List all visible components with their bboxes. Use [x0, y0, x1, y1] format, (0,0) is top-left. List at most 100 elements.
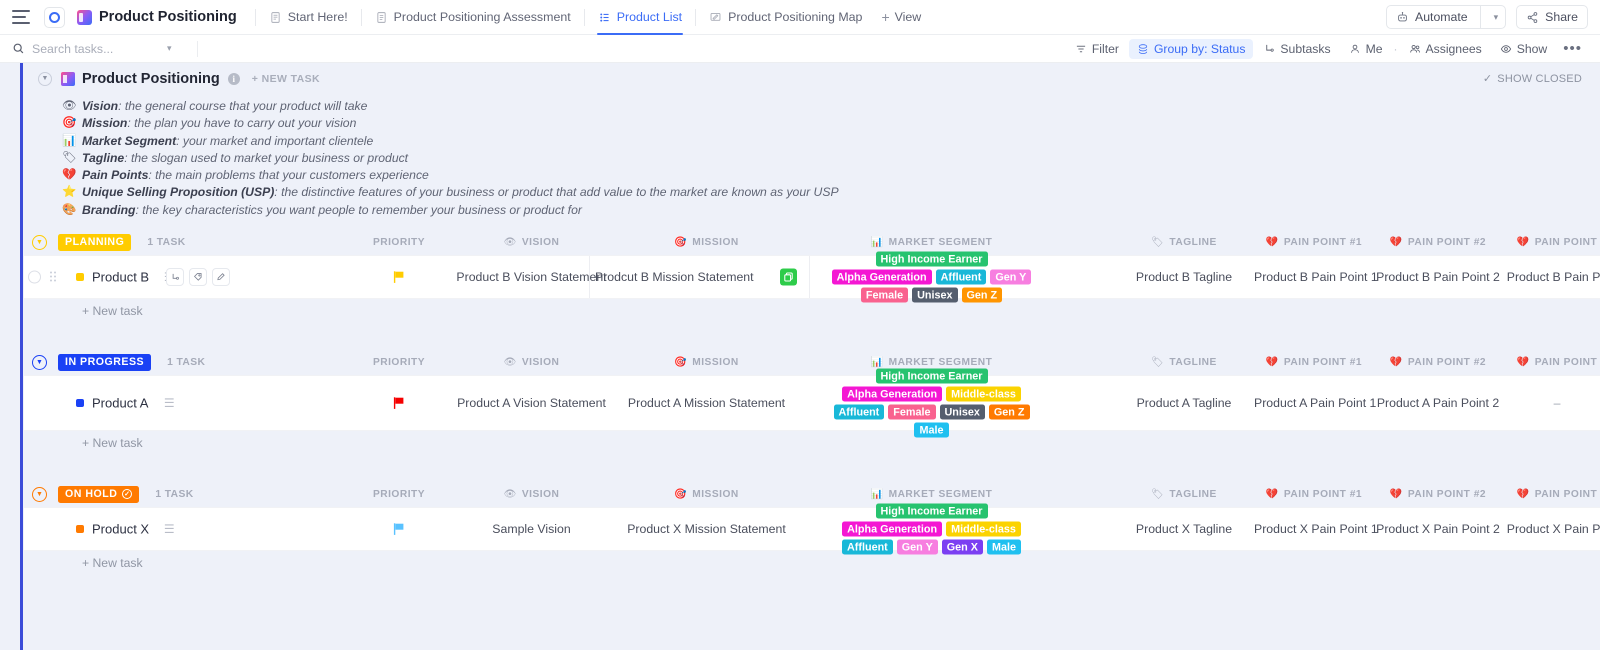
- cell-pain1[interactable]: Product A Pain Point 1: [1254, 396, 1374, 410]
- table-row[interactable]: Product A☰Product A Vision StatementProd…: [24, 375, 1600, 431]
- collapse-list-icon[interactable]: ▼: [38, 72, 52, 86]
- cell-mission[interactable]: Product X Mission Statement: [609, 522, 804, 536]
- table-row[interactable]: Product X☰Sample VisionProduct X Mission…: [24, 507, 1600, 551]
- column-header-market_segment[interactable]: 📊MARKET SEGMENT: [824, 357, 1039, 368]
- column-header-mission[interactable]: 🎯MISSION: [609, 489, 804, 500]
- market-segment-tag[interactable]: High Income Earner: [876, 504, 988, 519]
- tab-product-list[interactable]: Product List: [589, 0, 691, 35]
- collapse-group-icon[interactable]: ▼: [32, 487, 47, 502]
- column-header-vision[interactable]: 👁VISION: [454, 489, 609, 500]
- collapse-group-icon[interactable]: ▼: [32, 235, 47, 250]
- cell-tagline[interactable]: Product X Tagline: [1114, 522, 1254, 536]
- filter-button[interactable]: Filter: [1067, 39, 1127, 59]
- status-badge[interactable]: ON HOLD✓: [58, 486, 139, 503]
- table-row[interactable]: Product B☰Product B Vision StatementProd…: [24, 255, 1600, 299]
- market-segment-tag[interactable]: Middle-class: [946, 387, 1021, 402]
- edit-icon[interactable]: [212, 268, 230, 286]
- column-header-priority[interactable]: PRIORITY: [354, 357, 444, 368]
- cell-mission[interactable]: Prodcut B Mission Statement: [595, 270, 790, 284]
- market-segment-tag[interactable]: Alpha Generation: [842, 522, 942, 537]
- task-priority-lines-icon[interactable]: ☰: [164, 522, 175, 536]
- cell-pain2[interactable]: Product A Pain Point 2: [1374, 396, 1502, 410]
- chevron-down-icon[interactable]: ▾: [1487, 12, 1506, 23]
- market-segment-tag[interactable]: Affluent: [834, 405, 885, 420]
- market-segment-tag[interactable]: High Income Earner: [876, 369, 988, 384]
- cell-pain1[interactable]: Product X Pain Point 1: [1254, 522, 1374, 536]
- task-name[interactable]: Product B: [92, 270, 149, 285]
- task-status-dot[interactable]: [76, 399, 84, 407]
- tag-icon[interactable]: [189, 268, 207, 286]
- cell-pain1[interactable]: Product B Pain Point 1: [1254, 270, 1374, 284]
- column-header-pain3[interactable]: 💔PAIN POINT: [1502, 237, 1600, 248]
- column-header-pain3[interactable]: 💔PAIN POINT: [1502, 357, 1600, 368]
- show-closed-button[interactable]: ✓ SHOW CLOSED: [1483, 72, 1582, 85]
- collapse-group-icon[interactable]: ▼: [32, 355, 47, 370]
- chevron-down-icon[interactable]: ▾: [167, 43, 172, 54]
- show-button[interactable]: Show: [1492, 39, 1556, 59]
- tab-start-here[interactable]: Start Here!: [260, 0, 357, 35]
- column-header-tagline[interactable]: 🏷TAGLINE: [1114, 357, 1254, 368]
- assignees-button[interactable]: Assignees: [1401, 39, 1490, 59]
- drag-handle-icon[interactable]: [50, 272, 57, 283]
- new-task-button[interactable]: + NEW TASK: [252, 73, 320, 85]
- row-checkbox[interactable]: [28, 271, 41, 284]
- cell-mission[interactable]: Product A Mission Statement: [609, 396, 804, 410]
- market-segment-tag[interactable]: Affluent: [936, 270, 987, 285]
- market-segment-tag[interactable]: Alpha Generation: [832, 270, 932, 285]
- clickup-logo-icon[interactable]: [44, 7, 65, 28]
- cell-vision[interactable]: Sample Vision: [454, 522, 609, 536]
- priority-flag[interactable]: [354, 397, 444, 410]
- column-header-pain1[interactable]: 💔PAIN POINT #1: [1254, 489, 1374, 500]
- priority-flag[interactable]: [354, 271, 444, 284]
- tab-product-positioning-assessment[interactable]: Product Positioning Assessment: [366, 0, 580, 35]
- market-segment-tag[interactable]: Gen Y: [897, 540, 938, 555]
- cell-market-segment[interactable]: High Income Earner Alpha Generation Afflue…: [824, 252, 1039, 303]
- tab-product-positioning-map[interactable]: Product Positioning Map: [700, 0, 871, 35]
- add-new-task-button[interactable]: + New task: [24, 299, 1600, 323]
- column-header-market_segment[interactable]: 📊MARKET SEGMENT: [824, 489, 1039, 500]
- info-icon[interactable]: i: [228, 73, 240, 85]
- column-header-vision[interactable]: 👁VISION: [454, 237, 609, 248]
- market-segment-tag[interactable]: Gen Z: [962, 288, 1003, 303]
- task-status-dot[interactable]: [76, 273, 84, 281]
- status-badge[interactable]: IN PROGRESS: [58, 354, 151, 371]
- cell-pain2[interactable]: Product B Pain Point 2: [1374, 270, 1502, 284]
- cell-pain3[interactable]: Product X Pain Po: [1502, 522, 1600, 536]
- column-header-pain1[interactable]: 💔PAIN POINT #1: [1254, 237, 1374, 248]
- search-input[interactable]: [32, 42, 160, 56]
- column-header-pain3[interactable]: 💔PAIN POINT: [1502, 489, 1600, 500]
- add-new-task-button[interactable]: + New task: [24, 551, 1600, 575]
- cell-vision[interactable]: Product B Vision Statement: [454, 270, 609, 284]
- add-view-button[interactable]: + View: [871, 10, 931, 24]
- row-hover-actions[interactable]: [166, 268, 230, 286]
- column-header-tagline[interactable]: 🏷TAGLINE: [1114, 489, 1254, 500]
- cell-pain2[interactable]: Product X Pain Point 2: [1374, 522, 1502, 536]
- priority-flag[interactable]: [354, 523, 444, 536]
- column-header-pain2[interactable]: 💔PAIN POINT #2: [1374, 489, 1502, 500]
- task-name[interactable]: Product A: [92, 396, 148, 411]
- market-segment-tag[interactable]: Middle-class: [946, 522, 1021, 537]
- status-badge[interactable]: PLANNING: [58, 234, 131, 251]
- cell-market-segment[interactable]: High Income Earner Alpha Generation Middle…: [824, 369, 1039, 438]
- task-status-dot[interactable]: [76, 525, 84, 533]
- column-header-vision[interactable]: 👁VISION: [454, 357, 609, 368]
- add-new-task-button[interactable]: + New task: [24, 431, 1600, 455]
- cell-market-segment[interactable]: High Income Earner Alpha Generation Middle…: [824, 504, 1039, 555]
- column-header-mission[interactable]: 🎯MISSION: [609, 357, 804, 368]
- market-segment-tag[interactable]: Female: [888, 405, 935, 420]
- market-segment-tag[interactable]: Gen Y: [990, 270, 1031, 285]
- market-segment-tag[interactable]: High Income Earner: [876, 252, 988, 267]
- cell-pain3[interactable]: –: [1502, 396, 1600, 410]
- column-header-pain2[interactable]: 💔PAIN POINT #2: [1374, 357, 1502, 368]
- column-header-pain1[interactable]: 💔PAIN POINT #1: [1254, 357, 1374, 368]
- market-segment-tag[interactable]: Unisex: [912, 288, 957, 303]
- market-segment-tag[interactable]: Alpha Generation: [842, 387, 942, 402]
- share-button[interactable]: Share: [1516, 5, 1588, 29]
- market-segment-tag[interactable]: Male: [987, 540, 1021, 555]
- market-segment-tag[interactable]: Male: [914, 423, 948, 438]
- more-options-icon[interactable]: •••: [1557, 43, 1588, 55]
- cell-tagline[interactable]: Product A Tagline: [1114, 396, 1254, 410]
- cell-tagline[interactable]: Product B Tagline: [1114, 270, 1254, 284]
- column-header-priority[interactable]: PRIORITY: [354, 237, 444, 248]
- column-header-priority[interactable]: PRIORITY: [354, 489, 444, 500]
